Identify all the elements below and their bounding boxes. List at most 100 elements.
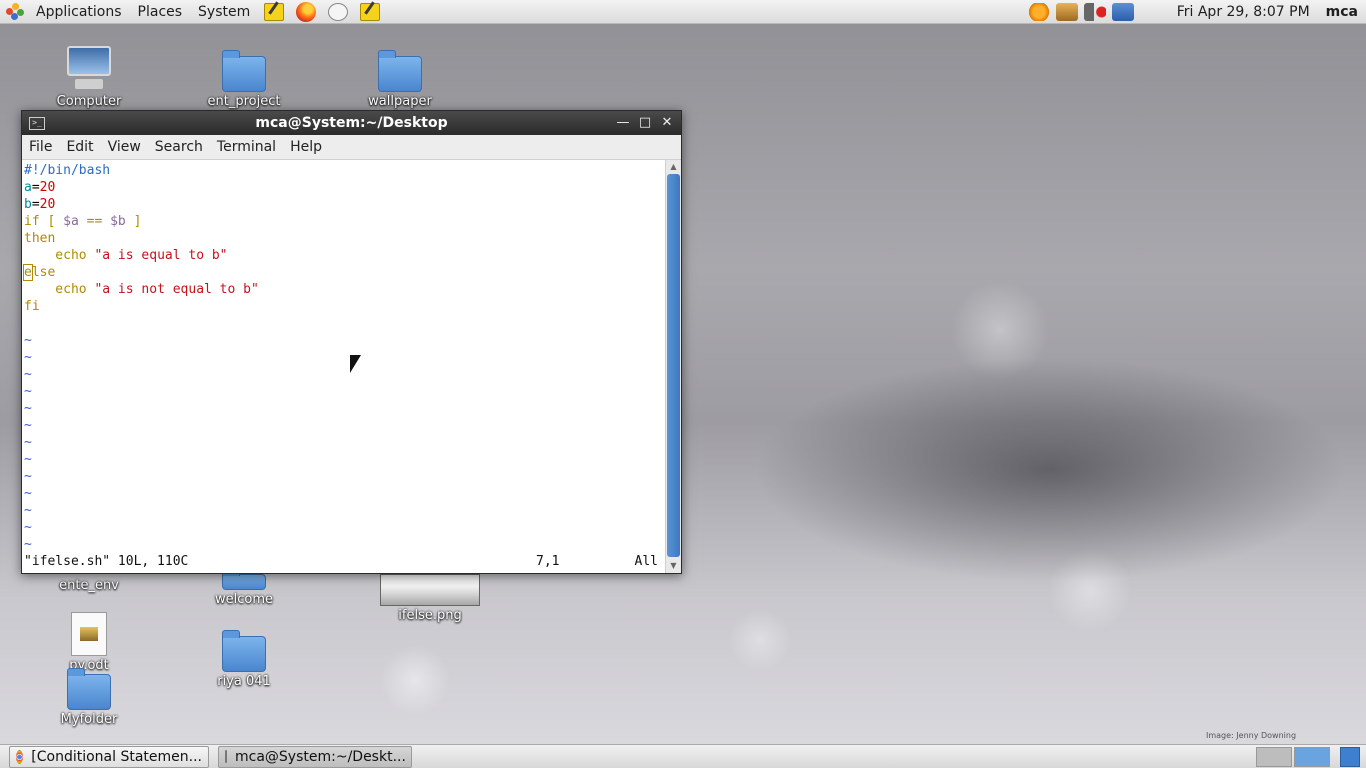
- scroll-down-arrow-icon[interactable]: ▼: [666, 559, 681, 573]
- empty-line-tilde: ~: [24, 537, 32, 552]
- desktop-icon-label: riya 041: [217, 674, 271, 689]
- status-scroll-percent: All: [634, 554, 658, 569]
- gnome-foot-icon[interactable]: [6, 2, 24, 21]
- computer-icon: [66, 46, 112, 92]
- code-op: ==: [78, 214, 111, 229]
- show-desktop-icon[interactable]: [1340, 746, 1360, 767]
- terminal-icon[interactable]: >_: [29, 116, 45, 130]
- empty-line-tilde: ~: [24, 418, 32, 433]
- code-echo: echo: [24, 282, 95, 297]
- desktop-icon-label: py.odt: [69, 658, 109, 673]
- image-thumbnail: [380, 574, 480, 606]
- terminal-menubar: File Edit View Search Terminal Help: [22, 135, 681, 160]
- menu-applications[interactable]: Applications: [28, 0, 130, 24]
- desktop-icon-ente-env[interactable]: ente_env: [34, 576, 144, 593]
- empty-line-tilde: ~: [24, 503, 32, 518]
- code-bracket: ]: [125, 214, 142, 229]
- desktop-icon-riya[interactable]: riya 041: [189, 630, 299, 689]
- terminal-icon: [225, 750, 227, 763]
- bottom-taskbar: [Conditional Statemen... mca@System:~/De…: [0, 744, 1366, 768]
- volume-muted-icon[interactable]: [1083, 2, 1106, 21]
- empty-line-tilde: ~: [24, 401, 32, 416]
- desktop-icon-wallpaper[interactable]: wallpaper: [345, 50, 455, 109]
- code-num: 20: [39, 180, 56, 195]
- menu-view[interactable]: View: [101, 139, 148, 155]
- firefox-icon: [296, 1, 317, 22]
- code-assign: =: [31, 197, 40, 212]
- text-editor-launcher[interactable]: [263, 1, 285, 23]
- workspace-switcher: [1256, 746, 1360, 767]
- code-ref-b: $b: [110, 214, 126, 229]
- firefox-launcher[interactable]: [295, 1, 317, 23]
- menu-places[interactable]: Places: [130, 0, 191, 24]
- scroll-up-arrow-icon[interactable]: ▲: [666, 160, 681, 174]
- close-icon[interactable]: ✕: [659, 115, 675, 131]
- code-assign: =: [31, 180, 40, 195]
- top-panel: Applications Places System Fri Apr 29, 8…: [0, 0, 1366, 24]
- notes-launcher[interactable]: [359, 1, 381, 23]
- menu-terminal[interactable]: Terminal: [210, 139, 283, 155]
- window-titlebar[interactable]: >_ mca@System:~/Desktop — □ ✕: [22, 111, 681, 135]
- user-menu[interactable]: mca: [1326, 4, 1358, 20]
- empty-line-tilde: ~: [24, 350, 32, 365]
- empty-line-tilde: ~: [24, 435, 32, 450]
- code-var-a: a: [24, 180, 32, 195]
- maximize-icon[interactable]: □: [637, 115, 653, 131]
- empty-line-tilde: ~: [24, 367, 32, 382]
- desktop-icon-label: ent_project: [207, 94, 281, 109]
- workspace-1[interactable]: [1256, 746, 1292, 767]
- terminal-scrollbar[interactable]: ▲ ▼: [665, 160, 681, 573]
- folder-icon: [222, 630, 266, 672]
- vim-status-line: "ifelse.sh" 10L, 110C 7,1 All: [24, 554, 658, 569]
- code-num: 20: [39, 197, 56, 212]
- code-fi: fi: [24, 299, 40, 314]
- terminal-text-area[interactable]: #!/bin/bash a=20 b=20 if [ $a == $b ] th…: [22, 160, 664, 573]
- empty-line-tilde: ~: [24, 333, 32, 348]
- terminal-window[interactable]: >_ mca@System:~/Desktop — □ ✕ File Edit …: [21, 110, 682, 574]
- task-terminal[interactable]: mca@System:~/Deskt...: [218, 745, 412, 768]
- desktop-icon-myfolder[interactable]: Myfolder: [34, 668, 144, 727]
- mail-clock-icon: [328, 2, 349, 21]
- workspace-2[interactable]: [1294, 746, 1330, 767]
- code-string: "a is not equal to b": [94, 282, 259, 297]
- desktop-icon-label: ente_env: [59, 578, 119, 593]
- update-notifier-icon[interactable]: [1027, 2, 1050, 21]
- document-icon: [71, 612, 107, 656]
- menu-system[interactable]: System: [190, 0, 258, 24]
- desktop-icon-computer[interactable]: Computer: [34, 46, 144, 109]
- network-icon[interactable]: [1111, 2, 1134, 21]
- wallpaper-credit: Image: Jenny Downing: [1206, 731, 1297, 740]
- desktop-icon-label: Computer: [56, 94, 122, 109]
- code-shebang: #!/bin/bash: [24, 163, 111, 178]
- folder-icon: [222, 50, 266, 92]
- clock[interactable]: Fri Apr 29, 8:07 PM: [1177, 4, 1310, 20]
- desktop-icon-ent-project[interactable]: ent_project: [189, 50, 299, 109]
- folder-icon: [378, 50, 422, 92]
- code-ref-a: $a: [63, 214, 79, 229]
- chrome-icon: [16, 749, 24, 764]
- code-echo: echo: [24, 248, 95, 263]
- desktop-icon-ifelse-png[interactable]: ifelse.png: [375, 574, 485, 623]
- system-tray: Fri Apr 29, 8:07 PM mca: [1025, 0, 1366, 24]
- task-browser[interactable]: [Conditional Statemen...: [9, 745, 209, 768]
- status-file-info: "ifelse.sh" 10L, 110C: [24, 554, 189, 569]
- package-icon[interactable]: [1055, 2, 1078, 21]
- empty-line-tilde: ~: [24, 469, 32, 484]
- desktop-icon-label: ifelse.png: [398, 608, 462, 623]
- empty-line-tilde: ~: [24, 384, 32, 399]
- code-var-b: b: [24, 197, 32, 212]
- desktop-icon-welcome[interactable]: welcome: [189, 568, 299, 607]
- menu-help[interactable]: Help: [283, 139, 329, 155]
- mail-launcher[interactable]: [327, 1, 349, 23]
- scroll-thumb[interactable]: [667, 174, 680, 557]
- code-else: lse: [31, 265, 56, 280]
- menu-file[interactable]: File: [22, 139, 59, 155]
- desktop-icon-py-odt[interactable]: py.odt: [34, 612, 144, 673]
- empty-line-tilde: ~: [24, 520, 32, 535]
- minimize-icon[interactable]: —: [615, 115, 631, 131]
- mouse-pointer-icon: [350, 355, 361, 373]
- notepad-icon: [264, 2, 285, 21]
- menu-search[interactable]: Search: [148, 139, 210, 155]
- menu-edit[interactable]: Edit: [59, 139, 100, 155]
- task-label: [Conditional Statemen...: [31, 748, 202, 765]
